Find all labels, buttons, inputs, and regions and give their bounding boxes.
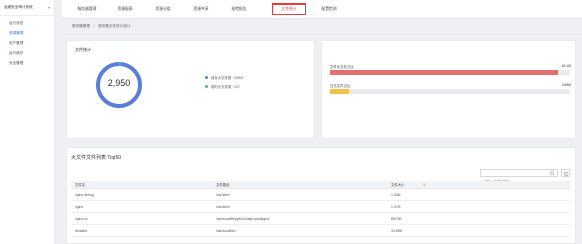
sidebar-title-label: 运维安全审计系统 xyxy=(4,5,33,9)
file-table-title: 大文件文件列表 Top50 xyxy=(71,155,122,161)
column-header-size[interactable]: 文件大小 xyxy=(391,181,405,189)
tab-config-check[interactable]: 配置检测 xyxy=(314,3,344,15)
divider xyxy=(62,34,582,35)
cell-file-name: dmsdbd xyxy=(75,229,88,233)
usage-bar-fill xyxy=(330,89,350,94)
table-row[interactable]: nginx /usr/sbin/ 1.37M xyxy=(71,201,570,213)
breadcrumb: 服务器管理 > 服务器文件统计统计 xyxy=(72,24,130,29)
cell-file-size: 892.5K xyxy=(391,217,402,221)
legend-dot xyxy=(205,85,208,88)
table-row[interactable]: nginx.so /usr/local/lib/python3/site-pac… xyxy=(71,213,570,225)
column-header-path[interactable]: 文件路径 xyxy=(216,181,230,189)
sidebar-item-status[interactable]: 运行状态 xyxy=(0,18,54,28)
cell-file-path: /usr/sbin/ xyxy=(216,205,230,209)
chevron-down-icon: ▾ xyxy=(47,5,50,10)
legend-item-temp: 临时大文件数（47） xyxy=(205,84,242,89)
legend-label: 临时大文件数（47） xyxy=(211,85,242,89)
legend-item-saved: 保存大文件数（2903） xyxy=(205,75,246,80)
app-root: 运维安全审计系统 ▾ 运行状态 资源管理 用户管理 运行维护 安全管理 服务器管… xyxy=(0,0,582,244)
breadcrumb-item-parent[interactable]: 服务器管理 xyxy=(72,24,90,28)
legend-label: 保存大文件数（2903） xyxy=(211,76,246,80)
usage-bar-value: 3.69M xyxy=(561,83,571,87)
breadcrumb-separator: > xyxy=(92,24,96,28)
refresh-icon xyxy=(563,171,569,176)
table-row[interactable]: dmsdbd /usr/local/bin/ 33.89M xyxy=(71,225,570,237)
cell-file-path: /usr/local/bin/ xyxy=(216,229,236,233)
file-stats-title: 文件统计 xyxy=(75,47,91,52)
usage-bar-label: 文件大文件占比 xyxy=(330,65,354,69)
cell-file-path: /usr/local/lib/python3/site-packages/ xyxy=(216,217,270,221)
tab-resource-group[interactable]: 资源分组 xyxy=(148,3,178,15)
tab-inspection-report[interactable]: 巡检报告 xyxy=(224,3,254,15)
sidebar-title[interactable]: 运维安全审计系统 ▾ xyxy=(0,0,54,16)
table-header: 文件名 文件路径 文件大小 ⇅ xyxy=(71,181,570,189)
file-total-value: 2,950 xyxy=(107,78,131,88)
sidebar-item-resources[interactable]: 资源管理 xyxy=(0,28,54,38)
sidebar: 运维安全审计系统 ▾ 运行状态 资源管理 用户管理 运行维护 安全管理 xyxy=(0,0,55,244)
usage-bar-label: 日志文件占比 xyxy=(330,84,351,88)
sidebar-item-operations[interactable]: 运行维护 xyxy=(0,48,54,58)
sort-icon[interactable]: ⇅ xyxy=(423,181,426,189)
sidebar-item-users[interactable]: 用户管理 xyxy=(0,38,54,48)
legend-dot xyxy=(205,76,208,79)
tab-server-management[interactable]: 服务器管理 xyxy=(72,3,102,15)
sidebar-item-security[interactable]: 安全管理 xyxy=(0,58,54,68)
cell-file-size: 1.37M xyxy=(391,205,401,209)
sidebar-menu: 运行状态 资源管理 用户管理 运行维护 安全管理 xyxy=(0,16,54,68)
search-icon[interactable] xyxy=(550,171,555,176)
usage-bar-track xyxy=(330,70,570,75)
usage-bar-fill xyxy=(330,70,558,75)
tab-file-stats[interactable]: 文件统计 xyxy=(272,3,306,15)
tab-resource-share[interactable]: 资源共享 xyxy=(186,3,216,15)
breadcrumb-item-current: 服务器文件统计统计 xyxy=(98,24,131,28)
cell-file-size: 1.33M xyxy=(391,193,401,197)
usage-bar-track xyxy=(330,89,570,94)
table-row[interactable]: nginx-debug /usr/sbin/ 1.33M xyxy=(71,189,570,201)
tab-bar: 服务器管理 资源报表 资源分组 资源共享 巡检报告 文件统计 配置检测 xyxy=(62,0,582,19)
cell-file-name: nginx-debug xyxy=(75,193,94,197)
refresh-button[interactable] xyxy=(561,169,570,177)
cell-file-size: 33.89M xyxy=(391,229,403,233)
cell-file-name: nginx xyxy=(75,205,84,209)
cell-file-path: /usr/sbin/ xyxy=(216,193,230,197)
cell-file-name: nginx.so xyxy=(75,217,88,221)
usage-bar-value: 45.1M xyxy=(561,64,571,68)
tab-resource-report[interactable]: 资源报表 xyxy=(110,3,140,15)
column-header-name[interactable]: 文件名 xyxy=(75,181,85,189)
search-box xyxy=(480,169,558,185)
